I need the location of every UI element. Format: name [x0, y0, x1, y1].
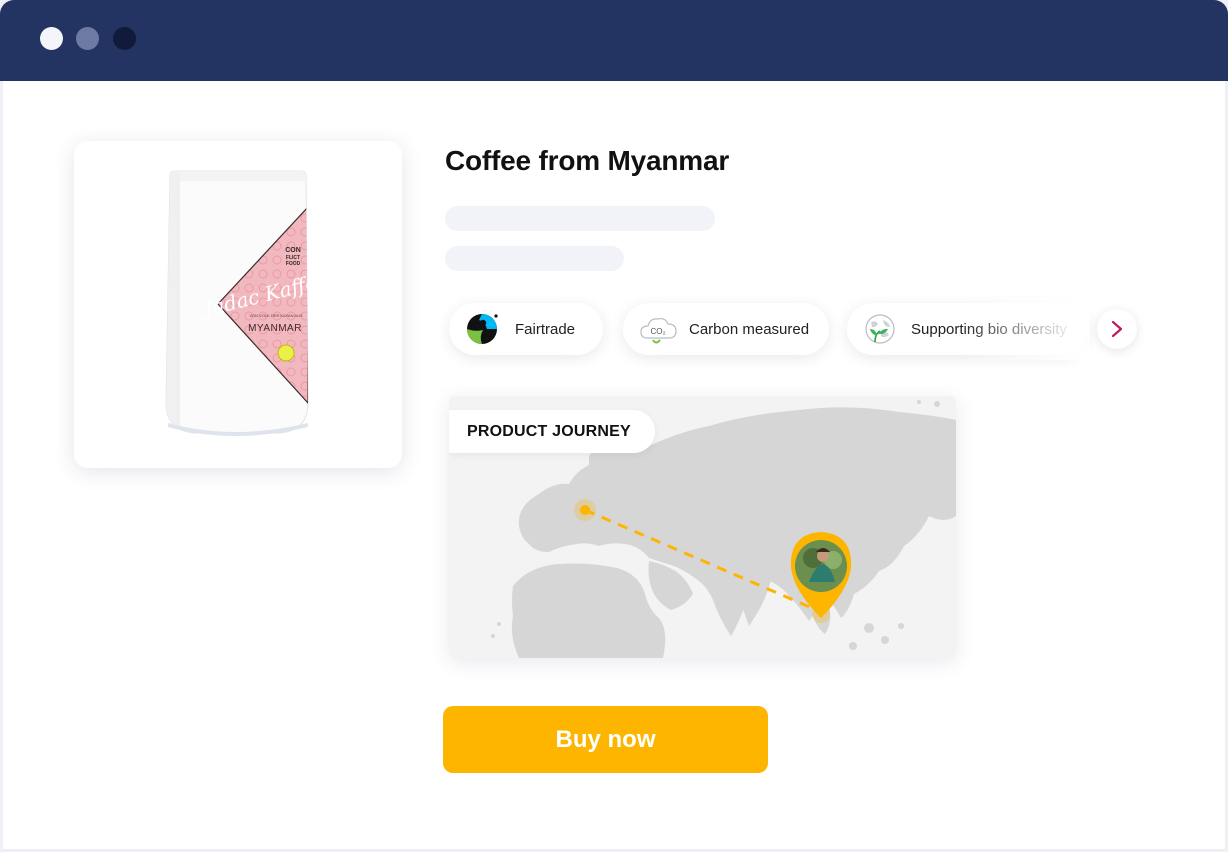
minimize-window-dot[interactable] — [76, 27, 99, 50]
product-title: Coffee from Myanmar — [445, 145, 730, 176]
buy-now-button[interactable]: Buy now — [443, 706, 768, 773]
badges-next-button[interactable] — [1097, 309, 1137, 349]
badge-bio-diversity[interactable]: Supporting bio diversity — [847, 303, 1087, 355]
badge-fairtrade[interactable]: Fairtrade — [449, 303, 603, 355]
browser-window: CON FLICT FOOD Jadac Kaffee VON VOLK DER… — [0, 0, 1228, 852]
chevron-right-icon — [1111, 320, 1123, 338]
svg-text:VON VOLK DER KAYAN AUS: VON VOLK DER KAYAN AUS — [249, 313, 303, 318]
bag-region-text: MYANMAR — [248, 323, 302, 334]
maximize-window-dot[interactable] — [113, 27, 136, 50]
badge-carbon-measured[interactable]: CO₂ Carbon measured — [623, 303, 829, 355]
coffee-bag-image: CON FLICT FOOD Jadac Kaffee VON VOLK DER… — [165, 170, 331, 436]
product-journey-label: PRODUCT JOURNEY — [449, 410, 655, 453]
description-placeholder-line — [445, 246, 624, 271]
title-bar — [0, 0, 1228, 81]
product-journey-map[interactable]: PRODUCT JOURNEY — [449, 396, 956, 658]
svg-text:FOOD: FOOD — [286, 261, 301, 267]
badge-label: Carbon measured — [689, 320, 810, 338]
badge-label: Supporting bio diversity — [911, 320, 1067, 338]
close-window-dot[interactable] — [40, 27, 63, 50]
bag-brand-text: CON — [285, 247, 301, 254]
globe-leaf-icon — [865, 314, 895, 344]
product-image-card: CON FLICT FOOD Jadac Kaffee VON VOLK DER… — [74, 141, 402, 468]
description-placeholder-line — [445, 206, 715, 231]
co2-cloud-icon: CO₂ — [640, 317, 677, 344]
fairtrade-icon — [467, 314, 498, 344]
badge-label: Fairtrade — [515, 320, 576, 338]
svg-text:CO₂: CO₂ — [650, 327, 665, 336]
